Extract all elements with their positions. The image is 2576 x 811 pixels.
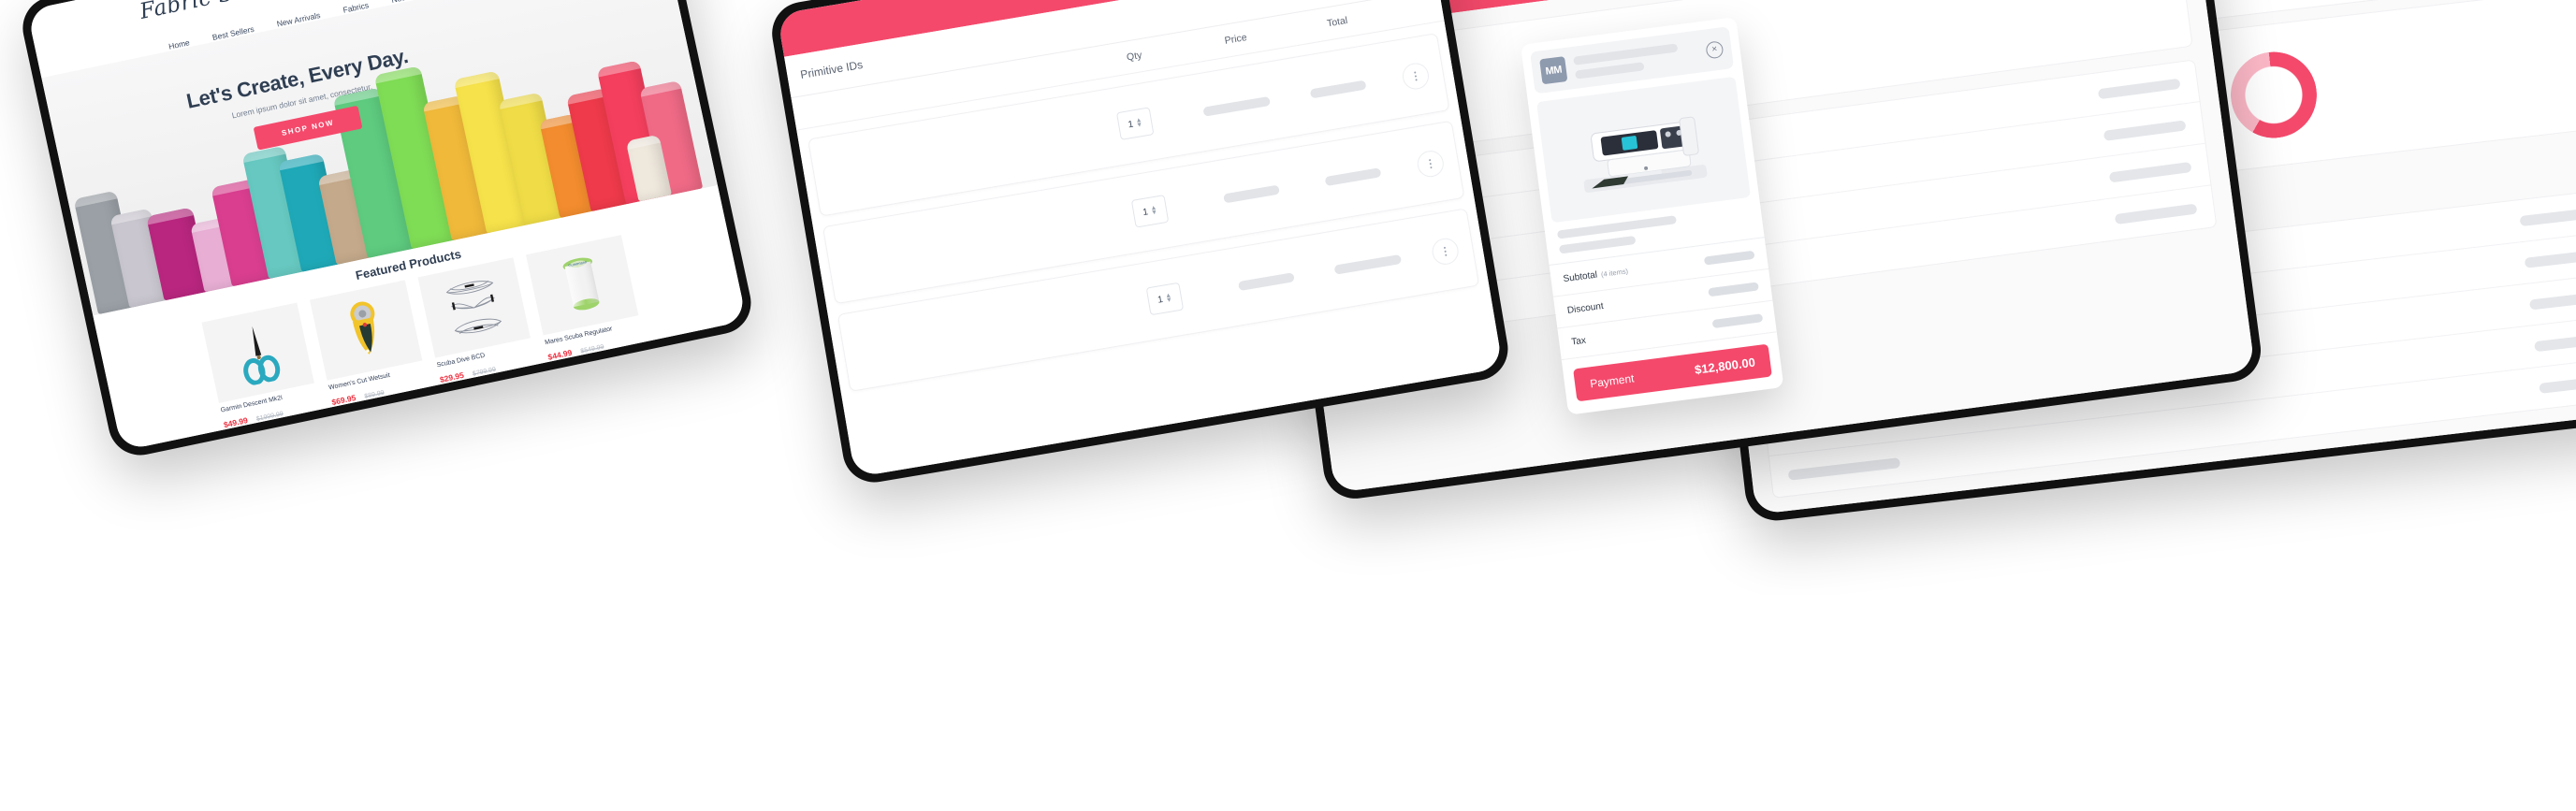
product-card[interactable]: Gutermann Mares Scuba Regulator $44.99 $… [526,235,645,365]
quantity-stepper[interactable]: 1 ▲ ▼ [1145,282,1185,316]
quantity-stepper[interactable]: 1 ▲ ▼ [1130,195,1170,228]
total-skeleton [1309,80,1367,99]
row-menu-icon[interactable] [1415,148,1446,180]
product-old-price: $549.99 [579,343,605,355]
cell-skeleton [2519,205,2576,226]
product-old-price: $799.99 [472,366,497,378]
summary-label: Discount [1566,300,1605,316]
item-cell [830,220,1099,266]
cell-skeleton [1787,456,1901,481]
total-skeleton [1324,167,1382,187]
quantity-value: 1 [1142,206,1149,218]
column-price: Price [1223,32,1248,47]
meta-skeleton-line [1558,235,1637,254]
stepper-arrows-icon[interactable]: ▲ ▼ [1165,292,1173,304]
fabric-shop-window: Fabric Shop Search... Login [17,0,757,461]
product-old-price: $89.99 [363,389,386,400]
summary-label: Tax [1570,335,1587,348]
summary-value-skeleton [1711,313,1764,329]
fabric-shop-screen: Fabric Shop Search... Login [26,0,748,452]
product-card[interactable]: Scuba Dive BCD $29.95 $799.99 [417,257,536,387]
quantity-value: 1 [1127,119,1134,130]
product-card[interactable]: Garmin Descent Mk2i $49.99 $1999.99 [201,302,320,433]
product-price: $44.99 [546,347,574,362]
row-menu-icon[interactable] [1400,61,1432,92]
quantity-stepper[interactable]: 1 ▲ ▼ [1115,107,1155,140]
payment-label: Payment [1589,370,1636,390]
column-total: Total [1326,14,1349,30]
product-price: $49.99 [223,415,249,430]
price-skeleton [1237,272,1295,292]
product-price: $69.95 [330,392,357,408]
close-icon[interactable]: × [1705,39,1725,59]
payment-amount: $12,800.00 [1694,355,1756,377]
cell-skeleton [2108,161,2192,182]
thread-spool-image: Gutermann [526,235,639,336]
panel-title-skeleton [1573,40,1699,80]
cell-skeleton [2097,78,2181,99]
row-menu-icon[interactable] [1430,236,1461,267]
hero-composition: 2 [0,0,2576,811]
price-skeleton [1223,184,1280,204]
total-skeleton [1333,253,1403,275]
cell-skeleton [2114,203,2198,224]
summary-value-skeleton [1703,250,1755,266]
price-skeleton [1202,95,1272,117]
summary-label: Subtotal [1562,269,1598,285]
cell-skeleton [2103,119,2187,141]
column-actions [1388,5,1441,14]
cell-skeleton [2528,289,2576,311]
summary-item-count: (4 items) [1600,267,1629,279]
product-price: $29.95 [439,369,465,384]
order-title: Primitive IDs [799,57,865,81]
scissors-image [201,302,314,403]
cell-skeleton [2524,247,2576,268]
column-qty: Qty [1126,50,1143,64]
sewing-machine-image [1536,76,1752,224]
panel-avatar-initials: MM [1539,56,1568,85]
cell-skeleton [2534,330,2576,352]
rotary-cutter-image [309,280,423,381]
quantity-value: 1 [1157,294,1164,306]
item-cell [845,308,1114,354]
quilting-ruler-image [417,257,531,358]
stepper-arrows-icon[interactable]: ▲ ▼ [1150,205,1158,217]
donut-chart-3 [2225,47,2321,143]
stepper-arrows-icon[interactable]: ▲ ▼ [1135,117,1143,129]
cell-skeleton [2539,372,2576,394]
product-old-price: $1999.99 [255,411,284,423]
item-cell [815,132,1084,178]
summary-value-skeleton [1708,282,1759,297]
product-card[interactable]: Women's Cut Wetsuit $69.95 $89.99 [309,280,429,410]
